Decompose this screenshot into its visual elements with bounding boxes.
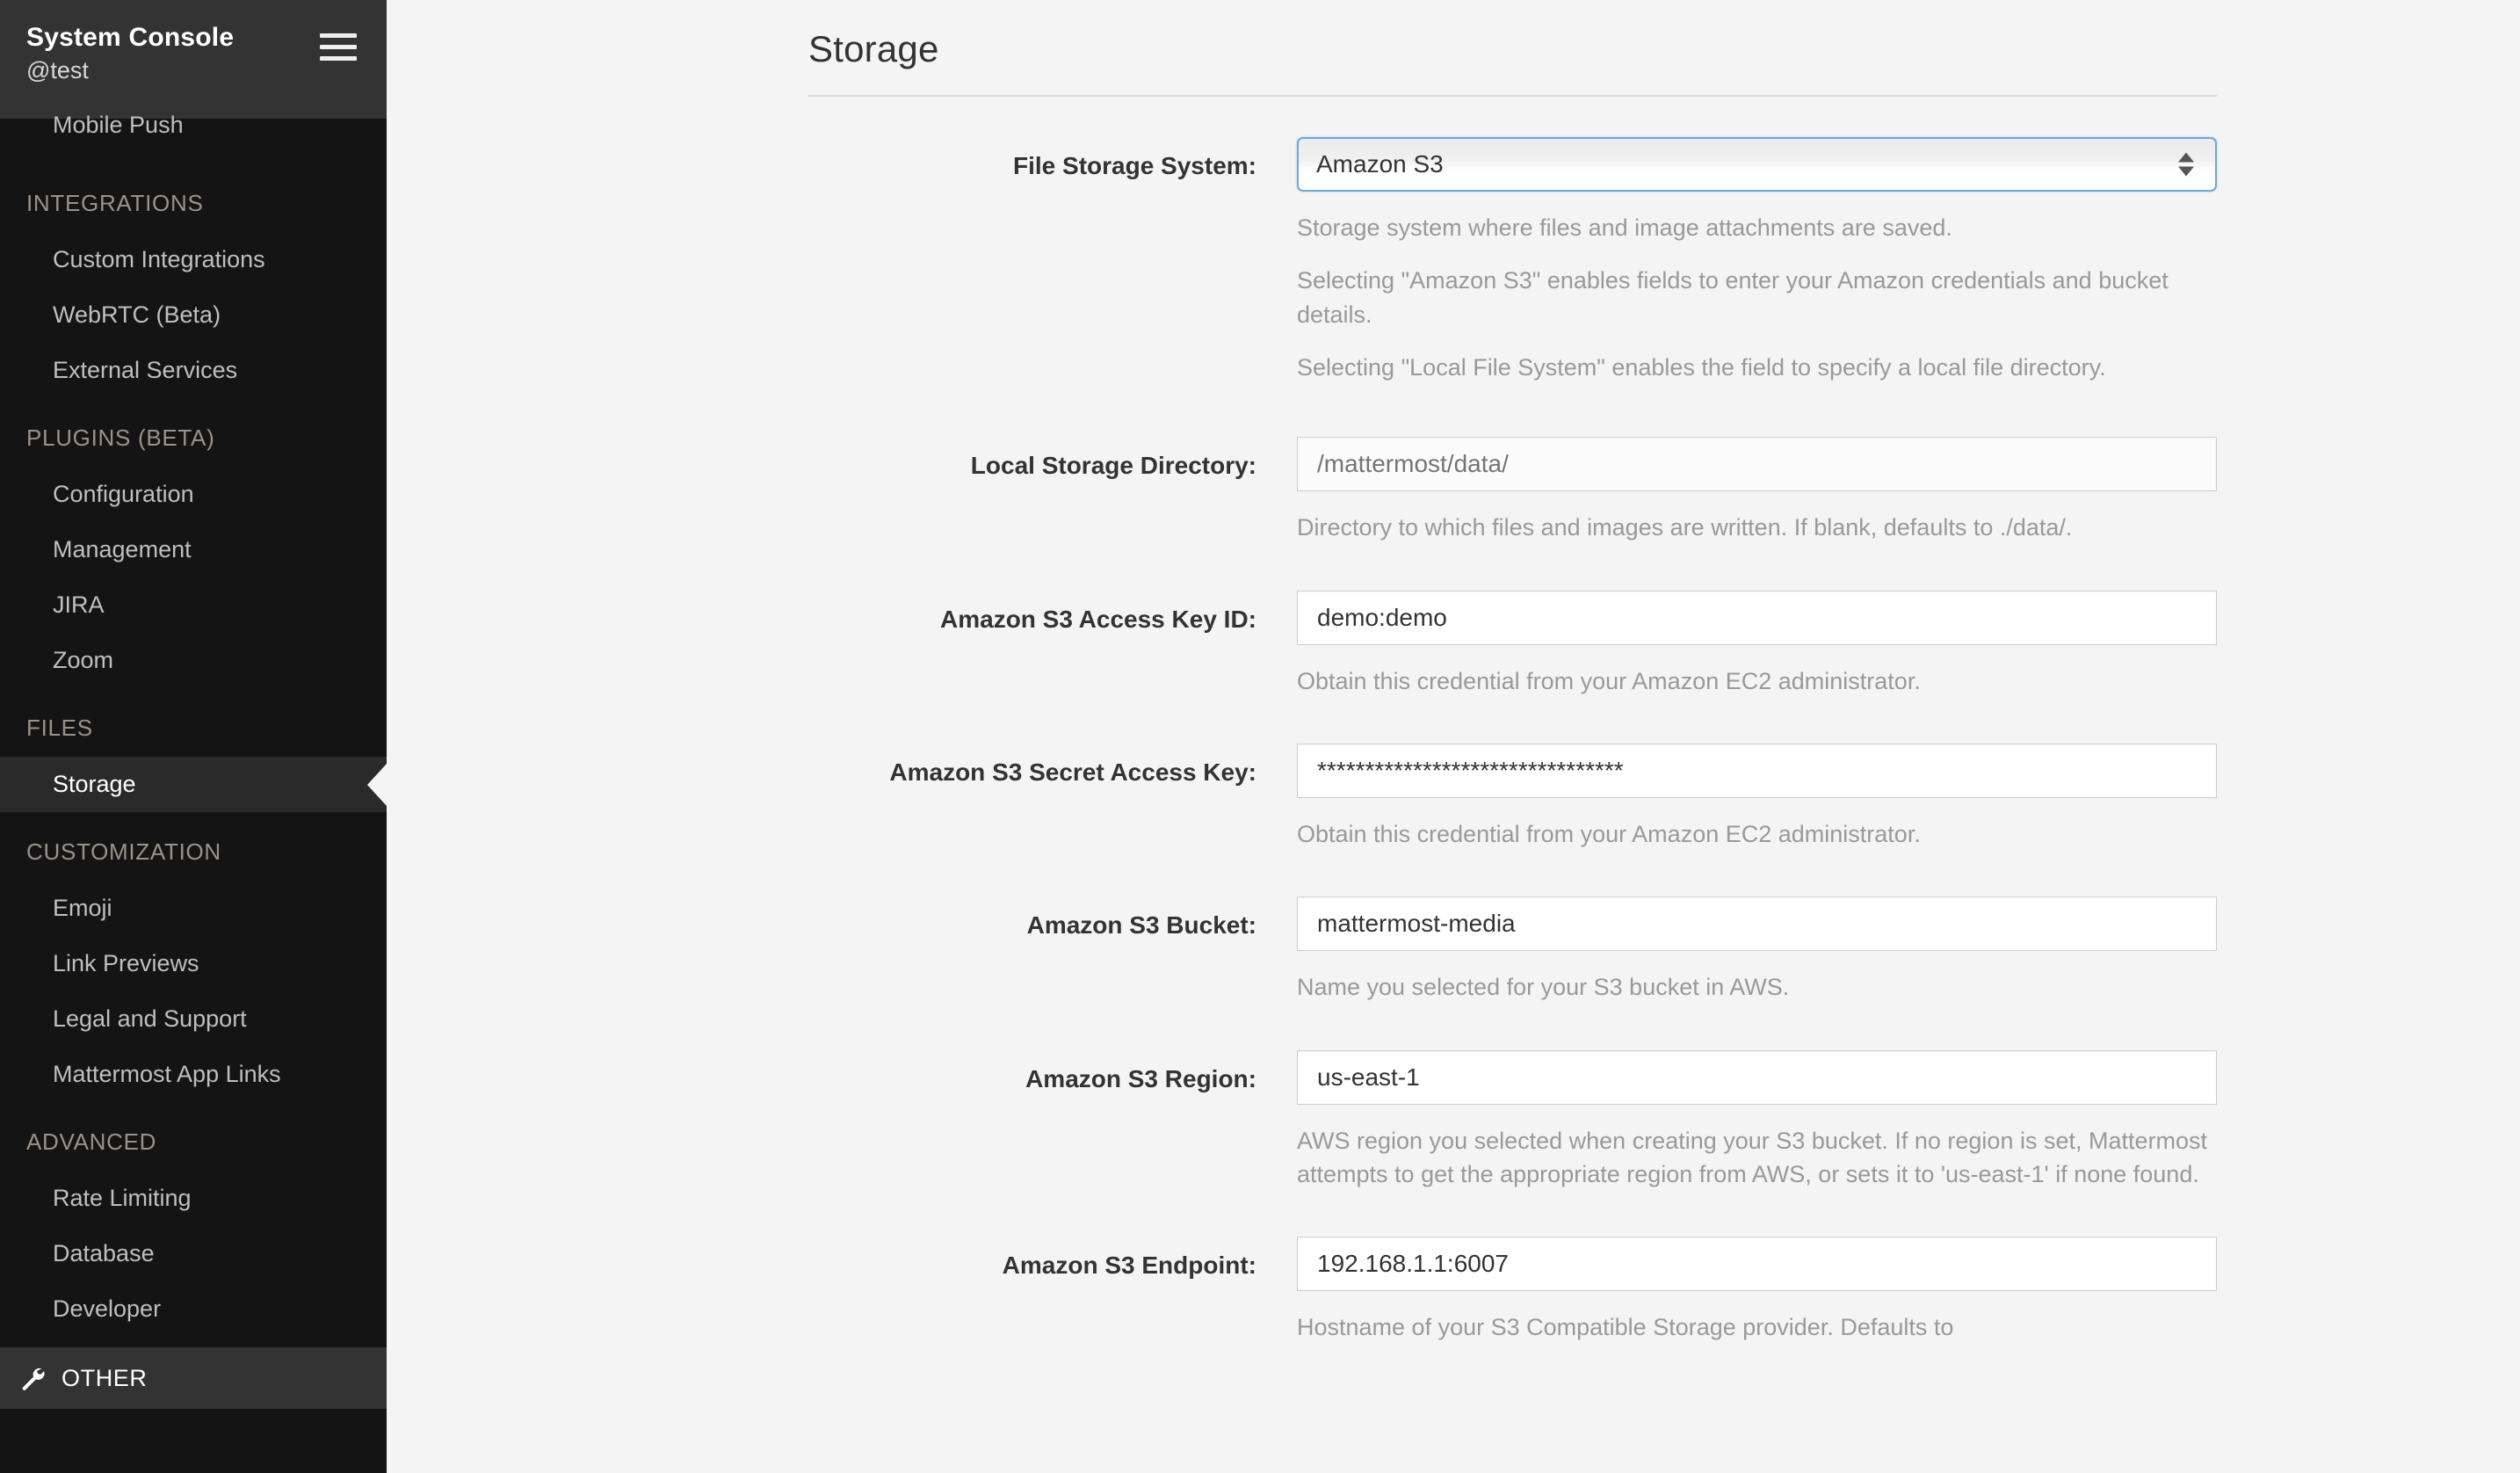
hamburger-bar — [320, 33, 357, 38]
field-row-local-storage-directory: Local Storage Directory: Directory to wh… — [808, 437, 2520, 544]
s3-endpoint-input[interactable] — [1297, 1237, 2217, 1292]
s3-access-key-id-input[interactable] — [1297, 590, 2217, 645]
sidebar-item-other[interactable]: OTHER — [0, 1347, 387, 1409]
row-spacer — [808, 384, 2520, 437]
field-help-text: Obtain this credential from your Amazon … — [1297, 645, 2211, 698]
hamburger-bar — [320, 45, 357, 49]
sidebar-section-files: FILES — [26, 714, 93, 741]
help-line: Directory to which files and images are … — [1297, 514, 2073, 541]
sidebar-item-external-services[interactable]: External Services — [0, 343, 387, 398]
sidebar-item-database[interactable]: Database — [0, 1226, 387, 1281]
field-help-text: Storage system where files and image att… — [1297, 192, 2211, 384]
row-spacer — [808, 1005, 2520, 1050]
field-help-text: AWS region you selected when creating yo… — [1297, 1105, 2211, 1192]
sidebar-item-jira[interactable]: JIRA — [0, 577, 387, 633]
sidebar-nav: Mobile Push INTEGRATIONS Custom Integrat… — [0, 98, 387, 1409]
app-root: System Console @test Mobile Push INTEGRA… — [0, 0, 2520, 1473]
sidebar-item-link-previews[interactable]: Link Previews — [0, 936, 387, 991]
s3-region-input[interactable] — [1297, 1049, 2217, 1105]
field-row-s3-endpoint: Amazon S3 Endpoint: Hostname of your S3 … — [808, 1237, 2520, 1344]
help-line: Hostname of your S3 Compatible Storage p… — [1297, 1314, 1954, 1341]
help-line: Obtain this credential from your Amazon … — [1297, 667, 1921, 694]
current-user: @test — [26, 56, 89, 83]
sidebar-brand: System Console @test — [26, 23, 234, 83]
sidebar-section-advanced: ADVANCED — [26, 1128, 157, 1155]
hamburger-bar — [320, 56, 357, 61]
field-row-file-storage-system: File Storage System: Amazon S3 Storage s… — [808, 137, 2520, 384]
field-label: Amazon S3 Endpoint: — [1002, 1252, 1256, 1280]
sidebar-item-mattermost-app-links[interactable]: Mattermost App Links — [0, 1047, 387, 1102]
field-label: File Storage System: — [1013, 152, 1256, 179]
row-spacer — [808, 698, 2520, 744]
help-line: Obtain this credential from your Amazon … — [1297, 820, 1921, 847]
help-line: Selecting "Amazon S3" enables fields to … — [1297, 267, 2169, 328]
hamburger-icon[interactable] — [320, 23, 357, 61]
sidebar-item-other-label: OTHER — [62, 1364, 148, 1391]
file-storage-system-select[interactable]: Amazon S3 — [1297, 137, 2217, 192]
sidebar-section-integrations: INTEGRATIONS — [26, 189, 204, 216]
field-label: Amazon S3 Region: — [1025, 1064, 1256, 1092]
field-label: Local Storage Directory: — [970, 452, 1256, 480]
field-help-text: Directory to which files and images are … — [1297, 491, 2211, 544]
field-row-s3-region: Amazon S3 Region: AWS region you selecte… — [808, 1049, 2520, 1192]
active-indicator-caret — [367, 763, 387, 806]
row-spacer — [808, 545, 2520, 591]
help-line: AWS region you selected when creating yo… — [1297, 1127, 2208, 1187]
field-help-text: Name you selected for your S3 bucket in … — [1297, 951, 2211, 1004]
sidebar-item-management[interactable]: Management — [0, 522, 387, 577]
sidebar-item-webrtc[interactable]: WebRTC (Beta) — [0, 287, 387, 343]
main-content: Storage File Storage System: Amazon S3 S… — [387, 0, 2520, 1473]
page-title: Storage — [808, 28, 939, 69]
sidebar-item-emoji[interactable]: Emoji — [0, 881, 387, 936]
sidebar-item-legal-and-support[interactable]: Legal and Support — [0, 991, 387, 1047]
sidebar: System Console @test Mobile Push INTEGRA… — [0, 0, 387, 1473]
field-label: Amazon S3 Bucket: — [1026, 911, 1256, 940]
sidebar-section-customization: CUSTOMIZATION — [26, 838, 221, 865]
s3-bucket-input[interactable] — [1297, 896, 2217, 952]
field-help-text: Obtain this credential from your Amazon … — [1297, 798, 2211, 851]
field-label: Amazon S3 Secret Access Key: — [889, 758, 1256, 786]
help-line: Name you selected for your S3 bucket in … — [1297, 974, 1790, 1001]
row-spacer — [808, 851, 2520, 896]
sidebar-item-label: Storage — [53, 771, 136, 797]
row-spacer — [808, 1191, 2520, 1237]
s3-secret-access-key-input[interactable] — [1297, 743, 2217, 798]
help-line: Selecting "Local File System" enables th… — [1297, 353, 2106, 381]
sidebar-item-zoom[interactable]: Zoom — [0, 633, 387, 688]
field-label: Amazon S3 Access Key ID: — [940, 605, 1256, 633]
sidebar-item-configuration[interactable]: Configuration — [0, 467, 387, 522]
sidebar-item-developer[interactable]: Developer — [0, 1281, 387, 1337]
field-row-s3-access-key-id: Amazon S3 Access Key ID: Obtain this cre… — [808, 590, 2520, 698]
storage-settings-form: File Storage System: Amazon S3 Storage s… — [808, 97, 2520, 1345]
wrench-icon — [22, 1368, 45, 1390]
sidebar-section-plugins: PLUGINS (BETA) — [26, 424, 215, 451]
help-line: Storage system where files and image att… — [1297, 214, 1952, 241]
field-help-text: Hostname of your S3 Compatible Storage p… — [1297, 1291, 2211, 1344]
sidebar-item-custom-integrations[interactable]: Custom Integrations — [0, 232, 387, 287]
sidebar-item-mobile-push[interactable]: Mobile Push — [0, 98, 387, 153]
sidebar-item-storage[interactable]: Storage — [0, 757, 387, 812]
sidebar-item-rate-limiting[interactable]: Rate Limiting — [0, 1171, 387, 1226]
local-storage-directory-input[interactable] — [1297, 437, 2217, 492]
console-title: System Console — [26, 23, 235, 52]
field-row-s3-bucket: Amazon S3 Bucket: Name you selected for … — [808, 896, 2520, 1004]
field-row-s3-secret-access-key: Amazon S3 Secret Access Key: Obtain this… — [808, 743, 2520, 851]
